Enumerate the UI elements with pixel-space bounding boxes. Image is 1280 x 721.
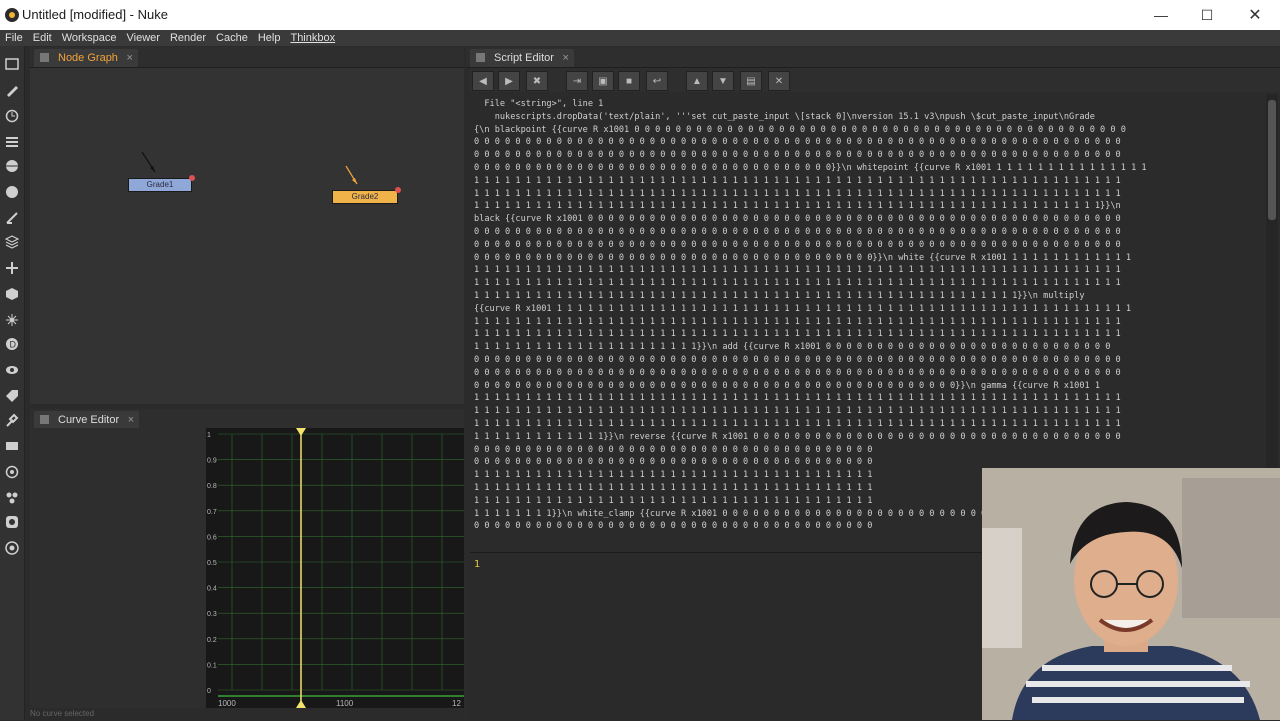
curve-graph[interactable]: 1 0.9 0.8 0.7 0.6 0.5 0.4 0.3 0.2 0.1 0 1000 1100 12 <box>206 428 464 708</box>
menu-workspace[interactable]: Workspace <box>57 30 122 46</box>
show-input-only-icon[interactable]: ▲ <box>686 71 708 91</box>
scrollbar-thumb[interactable] <box>1268 100 1276 220</box>
svg-text:D: D <box>10 340 17 350</box>
close-tab-icon[interactable]: × <box>128 411 134 429</box>
mask-input-icon[interactable] <box>189 175 195 181</box>
window-title-bar: Untitled [modified] - Nuke — ☐ ✕ <box>0 0 1280 30</box>
node-connections <box>141 151 358 185</box>
maximize-icon[interactable]: ☐ <box>1184 0 1230 30</box>
keyer-icon[interactable] <box>4 210 20 226</box>
image-icon[interactable] <box>4 56 20 72</box>
menu-thinkbox[interactable]: Thinkbox <box>285 30 340 46</box>
particles-icon[interactable] <box>4 312 20 328</box>
y-tick-label: 0.7 <box>207 509 217 516</box>
curve-grid: 1 0.9 0.8 0.7 0.6 0.5 0.4 0.3 0.2 0.1 0 1000 1100 12 <box>207 428 464 708</box>
menu-edit[interactable]: Edit <box>28 30 57 46</box>
node-toolbar: D <box>0 46 25 720</box>
menu-render[interactable]: Render <box>165 30 211 46</box>
other-icon[interactable] <box>4 438 20 454</box>
channel-icon[interactable] <box>4 134 20 150</box>
menu-file[interactable]: File <box>0 30 28 46</box>
color-icon[interactable] <box>4 158 20 174</box>
x-tick-label: 12 <box>452 699 461 708</box>
close-tab-icon[interactable]: × <box>562 49 568 67</box>
window-title: Untitled [modified] - Nuke <box>22 7 168 22</box>
show-output-only-icon[interactable]: ▼ <box>712 71 734 91</box>
script-editor-toolbar: ◀ ▶ ✖ ⇥ ▣ ■ ↩ ▲ ▼ ▤ ✕ <box>470 68 1280 92</box>
clear-output-icon[interactable]: ✕ <box>768 71 790 91</box>
panel-handle-icon[interactable] <box>476 53 485 62</box>
nuke-app-icon <box>5 8 19 22</box>
y-tick-label: 1 <box>207 432 211 439</box>
node-graph-tabbar: Node Graph × <box>30 47 464 68</box>
curve-list[interactable] <box>30 428 206 708</box>
nuke-logo-icon[interactable] <box>4 540 20 556</box>
menu-bar: File Edit Workspace Viewer Render Cache … <box>0 30 1280 46</box>
playhead-handle-bottom[interactable] <box>296 700 306 708</box>
minimize-icon[interactable]: — <box>1138 0 1184 30</box>
curve-status: No curve selected <box>30 709 95 718</box>
script-editor-tabbar: Script Editor × <box>466 47 1280 68</box>
y-tick-label: 0.6 <box>207 534 217 541</box>
node-grade2-label: Grade2 <box>351 192 379 201</box>
y-tick-label: 0.3 <box>207 611 217 618</box>
node-grade1[interactable]: Grade1 <box>128 175 195 192</box>
y-tick-label: 0.5 <box>207 560 217 567</box>
x-tick-label: 1000 <box>218 699 236 708</box>
y-tick-label: 0.1 <box>207 662 217 669</box>
deep-icon[interactable]: D <box>4 336 20 352</box>
toolsets-icon[interactable] <box>4 412 20 428</box>
menu-viewer[interactable]: Viewer <box>122 30 165 46</box>
run-script-icon[interactable]: ↩ <box>646 71 668 91</box>
previous-script-icon[interactable]: ◀ <box>472 71 494 91</box>
views-icon[interactable] <box>4 362 20 378</box>
time-icon[interactable] <box>4 108 20 124</box>
y-tick-label: 0.9 <box>207 458 217 465</box>
load-script-icon[interactable]: ▣ <box>592 71 614 91</box>
close-tab-icon[interactable]: × <box>127 49 133 67</box>
clear-history-icon[interactable]: ✖ <box>526 71 548 91</box>
tab-script-editor-label: Script Editor <box>494 52 554 64</box>
tab-curve-editor[interactable]: Curve Editor × <box>34 411 140 429</box>
source-script-icon[interactable]: ⇥ <box>566 71 588 91</box>
ocula-icon[interactable] <box>4 490 20 506</box>
next-script-icon[interactable]: ▶ <box>498 71 520 91</box>
tab-curve-editor-label: Curve Editor <box>58 414 120 426</box>
show-both-icon[interactable]: ▤ <box>740 71 762 91</box>
y-tick-label: 0.2 <box>207 637 217 644</box>
menu-cache[interactable]: Cache <box>211 30 253 46</box>
node-graph-canvas[interactable]: Grade1 Grade2 <box>30 68 464 404</box>
merge-icon[interactable] <box>4 234 20 250</box>
webcam-overlay <box>982 468 1280 720</box>
save-script-icon[interactable]: ■ <box>618 71 640 91</box>
tab-node-graph-label: Node Graph <box>58 52 118 64</box>
playhead-handle[interactable] <box>296 428 306 436</box>
mask-input-icon[interactable] <box>395 187 401 193</box>
menu-help[interactable]: Help <box>253 30 286 46</box>
filter-icon[interactable] <box>4 184 20 200</box>
x-tick-label: 1100 <box>336 699 354 708</box>
node-grade2[interactable]: Grade2 <box>332 187 401 204</box>
cara-icon[interactable] <box>4 514 20 530</box>
draw-icon[interactable] <box>4 82 20 98</box>
curve-editor-tabbar: Curve Editor × <box>30 409 464 430</box>
panel-handle-icon[interactable] <box>40 415 49 424</box>
3d-icon[interactable] <box>4 286 20 302</box>
y-tick-label: 0 <box>207 688 211 695</box>
metadata-icon[interactable] <box>4 388 20 404</box>
panel-handle-icon[interactable] <box>40 53 49 62</box>
tab-node-graph[interactable]: Node Graph × <box>34 49 138 67</box>
transform-icon[interactable] <box>4 260 20 276</box>
tab-script-editor[interactable]: Script Editor × <box>470 49 574 67</box>
y-tick-label: 0.4 <box>207 586 217 593</box>
input-line-number: 1 <box>474 559 481 570</box>
furnace-icon[interactable] <box>4 464 20 480</box>
close-icon[interactable]: ✕ <box>1232 0 1278 30</box>
presenter-video <box>982 468 1280 720</box>
node-grade1-label: Grade1 <box>146 180 174 189</box>
y-tick-label: 0.8 <box>207 483 217 490</box>
